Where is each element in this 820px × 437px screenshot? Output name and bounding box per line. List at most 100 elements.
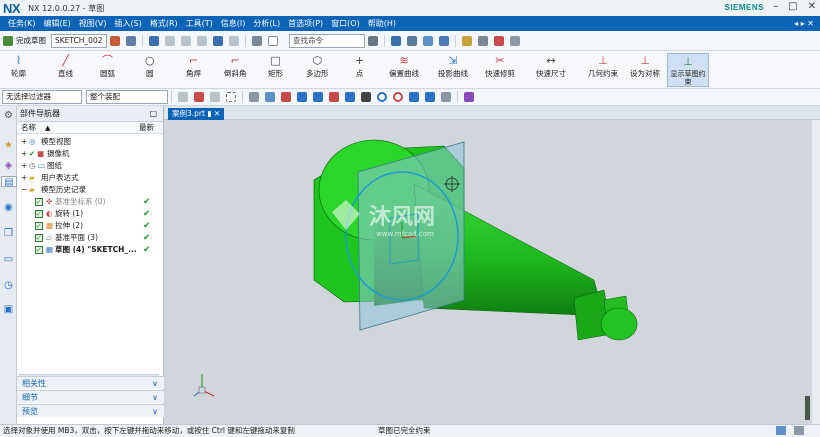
ribbon-quick-trim-button[interactable]: ✂ 快速修剪 [485, 53, 515, 87]
ribbon-line-button[interactable]: ╱ 直线 [58, 53, 73, 87]
ribbon-arc-button[interactable]: ⌒ 圆弧 [100, 53, 115, 87]
tree-item-revolve[interactable]: ✓ ◐ 旋转 (1) ✔ [17, 208, 164, 220]
datum-plane-checkbox[interactable]: ✓ [35, 234, 43, 242]
sketch-relocate-icon[interactable] [126, 35, 136, 46]
panel-dependencies[interactable]: 相关性 ∨ [17, 376, 164, 389]
cut-icon[interactable] [165, 35, 175, 46]
ribbon-profile-button[interactable]: ⌇ 轮廓 [11, 53, 26, 87]
menu-view[interactable]: 视图(V) [79, 18, 107, 29]
status-flag-icon[interactable] [776, 426, 786, 435]
constraint-navigator-icon[interactable]: ◈ [3, 160, 14, 171]
snap-point-on-surface-icon[interactable] [441, 92, 451, 102]
wcs-icon[interactable] [494, 35, 504, 46]
snap-options-icon[interactable] [464, 92, 474, 102]
ribbon-offset-curve-button[interactable]: ≋ 偏置曲线 [389, 53, 419, 87]
save-icon[interactable] [149, 35, 159, 46]
snap-endpoint-icon[interactable] [281, 92, 291, 102]
selection-option-icon[interactable] [178, 92, 188, 102]
viewport-scrollbar[interactable] [812, 120, 820, 424]
tab-part-file[interactable]: 案例3.prt ▮ ✕ [168, 108, 225, 120]
column-name-header[interactable]: 名称 [21, 122, 36, 134]
layout-icon[interactable] [391, 35, 401, 46]
select-all-icon[interactable] [194, 92, 204, 102]
menu-format[interactable]: 格式(R) [150, 18, 178, 29]
snap-existing-point-icon[interactable] [409, 92, 419, 102]
settings-gear-icon[interactable]: ⚙ [3, 110, 14, 121]
menu-help[interactable]: 帮助(H) [368, 18, 396, 29]
render-style-icon[interactable] [407, 35, 417, 46]
tree-item-drawings[interactable]: + ◷ ▭ 图纸 [17, 160, 164, 172]
menu-analysis[interactable]: 分析(L) [253, 18, 280, 29]
rectangle-select-icon[interactable] [226, 92, 236, 102]
menu-window-controls[interactable]: ◂ ▸ ✕ [794, 19, 814, 28]
history-icon[interactable]: ◷ [3, 280, 14, 291]
view-orient-icon[interactable] [423, 35, 433, 46]
assembly-navigator-icon[interactable]: ★ [3, 140, 14, 151]
tree-item-cameras[interactable]: + ✔ ■ 摄像机 [17, 148, 164, 160]
tree-item-datum-csys[interactable]: ✓ ✜ 基准坐标系 (0) ✔ [17, 196, 164, 208]
tree-item-sketch[interactable]: ✓ ▦ 草图 (4) "SKETCH_... ✔ [17, 244, 164, 256]
ribbon-show-constraints-button[interactable]: ⊥ 显示草图约束 [667, 53, 709, 87]
ribbon-make-symmetric-button[interactable]: ⊥ 设为对称 [630, 53, 660, 87]
column-latest-header[interactable]: 最新 [139, 122, 154, 134]
close-button[interactable]: ✕ [808, 1, 816, 12]
assembly-scope-select[interactable]: 整个装配 [86, 90, 168, 104]
finish-sketch-button[interactable]: 完成草图 [16, 35, 46, 46]
tree-item-model-history[interactable]: − ▰ 模型历史记录 [17, 184, 164, 196]
snap-faces-icon[interactable] [249, 92, 259, 102]
menu-preferences[interactable]: 首选项(P) [288, 18, 323, 29]
menu-insert[interactable]: 插入(S) [115, 18, 142, 29]
snap-point-on-curve-icon[interactable] [425, 92, 435, 102]
ribbon-point-button[interactable]: + 点 [355, 53, 364, 87]
menu-tools[interactable]: 工具(T) [186, 18, 213, 29]
roles-icon[interactable]: ▣ [3, 304, 14, 315]
fit-icon[interactable] [439, 35, 449, 46]
tree-item-model-views[interactable]: + ◎ 模型视图 [17, 136, 164, 148]
select-chain-icon[interactable] [210, 92, 220, 102]
hd3d-tools-icon[interactable]: ❐ [3, 228, 14, 239]
search-icon[interactable] [368, 35, 378, 46]
finish-sketch-icon[interactable] [3, 35, 13, 46]
extrude-checkbox[interactable]: ✓ [35, 222, 43, 230]
snap-curve-icon[interactable] [329, 92, 339, 102]
viewport-handle[interactable] [805, 396, 810, 420]
menu-window[interactable]: 窗口(O) [331, 18, 360, 29]
tree-item-user-expressions[interactable]: + ▰ 用户表达式 [17, 172, 164, 184]
ribbon-project-curve-button[interactable]: ⇲ 投影曲线 [438, 53, 468, 87]
window-toggle-icon[interactable] [268, 35, 278, 46]
section-icon[interactable] [478, 35, 488, 46]
snap-center-icon[interactable] [377, 92, 387, 102]
ribbon-fillet-button[interactable]: ⌐ 角焊 [186, 53, 201, 87]
ribbon-quick-dimension-button[interactable]: ↔ 快速尺寸 [536, 53, 566, 87]
sort-up-icon[interactable]: ▲ [45, 122, 50, 134]
snap-midpoint-icon[interactable] [297, 92, 307, 102]
sketch-orient-icon[interactable] [110, 35, 120, 46]
tree-item-extrude[interactable]: ✓ ▩ 拉伸 (2) ✔ [17, 220, 164, 232]
status-fullscreen-icon[interactable] [794, 426, 804, 435]
redo-icon[interactable] [229, 35, 239, 46]
undo-icon[interactable] [213, 35, 223, 46]
ribbon-chamfer-button[interactable]: ⌐ 倒斜角 [224, 53, 247, 87]
ribbon-circle-button[interactable]: ○ 圆 [145, 53, 155, 87]
snap-icon[interactable] [252, 35, 262, 46]
menu-edit[interactable]: 编辑(E) [44, 18, 71, 29]
web-browser-icon[interactable]: ▭ [3, 254, 14, 265]
part-navigator-icon[interactable]: ▤ [1, 176, 17, 188]
snap-body-icon[interactable] [265, 92, 275, 102]
menu-info[interactable]: 信息(I) [221, 18, 246, 29]
panel-preview[interactable]: 预览 ∨ [17, 404, 164, 417]
maximize-button[interactable]: □ [788, 1, 797, 12]
snap-spline-icon[interactable] [345, 92, 355, 102]
sketch-checkbox[interactable]: ✓ [35, 246, 43, 254]
snap-line-icon[interactable] [313, 92, 323, 102]
command-search-input[interactable]: 查找命令 [289, 33, 365, 48]
menu-task[interactable]: 任务(K) [8, 18, 36, 29]
panel-details[interactable]: 细节 ∨ [17, 390, 164, 403]
tree-item-datum-plane[interactable]: ✓ ▱ 基准平面 (3) ✔ [17, 232, 164, 244]
revolve-checkbox[interactable]: ✓ [35, 210, 43, 218]
ribbon-polygon-button[interactable]: ⬡ 多边形 [306, 53, 329, 87]
measure-icon[interactable] [510, 35, 520, 46]
snap-intersection-icon[interactable] [361, 92, 371, 102]
graphics-viewport[interactable]: 沐风网 www.mfcad.com [164, 120, 812, 424]
ribbon-rectangle-button[interactable]: □ 矩形 [268, 53, 283, 87]
